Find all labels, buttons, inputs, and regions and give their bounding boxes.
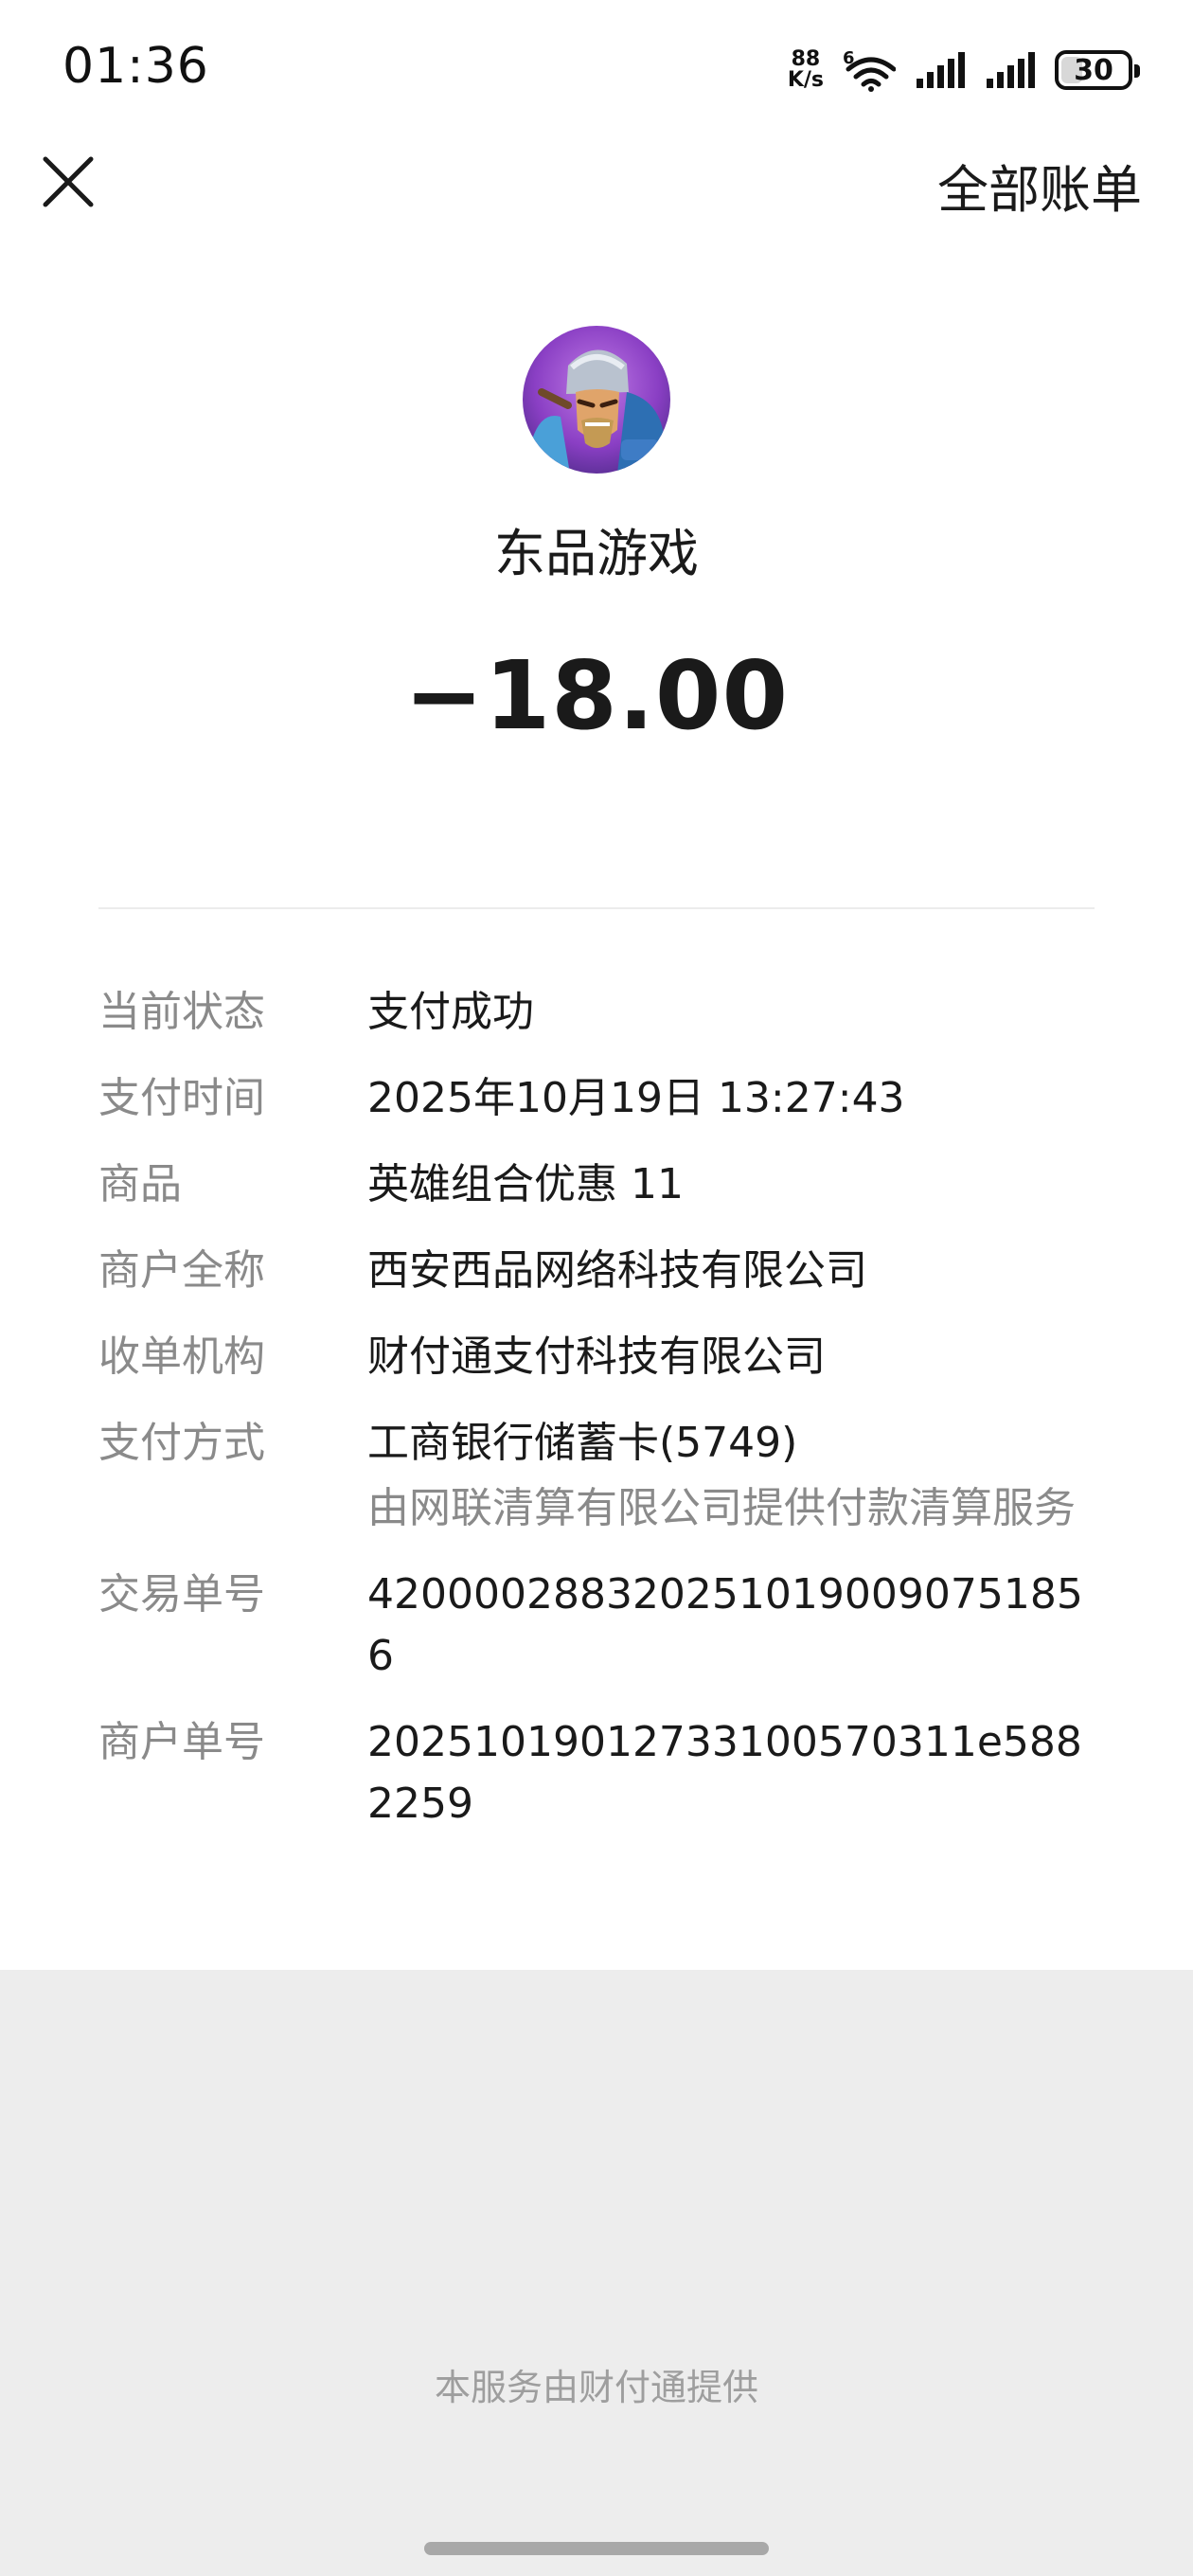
service-provider-note: 本服务由财付通提供 <box>434 2367 758 2408</box>
status-time: 01:36 <box>62 38 209 95</box>
detail-value: 工商银行储蓄卡(5749) <box>367 1419 798 1467</box>
detail-value: 西安西品网络科技有限公司 <box>367 1246 867 1295</box>
signal-icon <box>917 52 965 88</box>
signal-icon-secondary <box>987 52 1035 88</box>
detail-row-merchant-order-id: 商户单号 20251019012733100570311e5882259 <box>98 1711 1102 1834</box>
bill-details: 当前状态 支付成功 支付时间 2025年10月19日 13:27:43 商品 英… <box>98 981 1102 1859</box>
detail-label: 商户全称 <box>98 1246 265 1295</box>
transaction-id-value[interactable]: 4200002883202510190090751856 <box>367 1564 1102 1687</box>
detail-row-payment-time: 支付时间 2025年10月19日 13:27:43 <box>98 1067 1102 1129</box>
merchant-order-id-value[interactable]: 20251019012733100570311e5882259 <box>367 1711 1102 1834</box>
detail-value: 英雄组合优惠 11 <box>367 1160 684 1208</box>
detail-label: 交易单号 <box>98 1570 265 1619</box>
net-speed-indicator: 88 K/s <box>788 49 824 91</box>
payment-amount: −18.00 <box>403 640 790 751</box>
wifi-icon: 6 <box>843 48 896 92</box>
detail-label: 支付时间 <box>98 1074 265 1122</box>
payment-method-block: 工商银行储蓄卡(5749) 由网联清算有限公司提供付款清算服务 <box>367 1412 1102 1539</box>
detail-row-status: 当前状态 支付成功 <box>98 981 1102 1043</box>
battery-tip <box>1134 64 1140 78</box>
section-divider <box>98 907 1095 909</box>
bill-card: 01:36 88 K/s 6 30 全部账单 东品游戏 −18.00 当前状态 … <box>0 0 1193 1970</box>
detail-row-payment-method: 支付方式 工商银行储蓄卡(5749) 由网联清算有限公司提供付款清算服务 <box>98 1412 1102 1539</box>
detail-row-merchant-full-name: 商户全称 西安西品网络科技有限公司 <box>98 1240 1102 1301</box>
all-bills-link[interactable]: 全部账单 <box>937 148 1142 223</box>
close-icon <box>43 156 94 207</box>
battery-level: 30 <box>1074 53 1113 87</box>
detail-value: 财付通支付科技有限公司 <box>367 1333 826 1381</box>
merchant-avatar <box>523 326 670 474</box>
detail-label: 商品 <box>98 1160 182 1208</box>
detail-value: 2025年10月19日 13:27:43 <box>367 1074 905 1122</box>
home-indicator[interactable] <box>424 2542 769 2555</box>
merchant-name: 东品游戏 <box>494 524 699 583</box>
detail-row-transaction-id: 交易单号 4200002883202510190090751856 <box>98 1564 1102 1687</box>
status-bar: 01:36 88 K/s 6 30 <box>0 0 1193 142</box>
battery-icon: 30 <box>1055 50 1140 90</box>
detail-label: 支付方式 <box>98 1419 265 1467</box>
detail-label: 商户单号 <box>98 1718 265 1766</box>
net-speed-unit: K/s <box>787 68 824 92</box>
detail-row-product: 商品 英雄组合优惠 11 <box>98 1154 1102 1215</box>
net-speed-value: 88 <box>791 47 821 71</box>
detail-row-acquirer: 收单机构 财付通支付科技有限公司 <box>98 1326 1102 1387</box>
detail-label: 收单机构 <box>98 1333 265 1381</box>
status-icons: 88 K/s 6 30 <box>788 44 1140 97</box>
clearing-service-note: 由网联清算有限公司提供付款清算服务 <box>367 1484 1076 1532</box>
bill-detail-page: 01:36 88 K/s 6 30 全部账单 东品游戏 −18.00 当前状态 … <box>0 0 1193 2576</box>
close-button[interactable] <box>38 152 98 212</box>
detail-label: 当前状态 <box>98 988 265 1036</box>
detail-value: 支付成功 <box>367 988 534 1036</box>
